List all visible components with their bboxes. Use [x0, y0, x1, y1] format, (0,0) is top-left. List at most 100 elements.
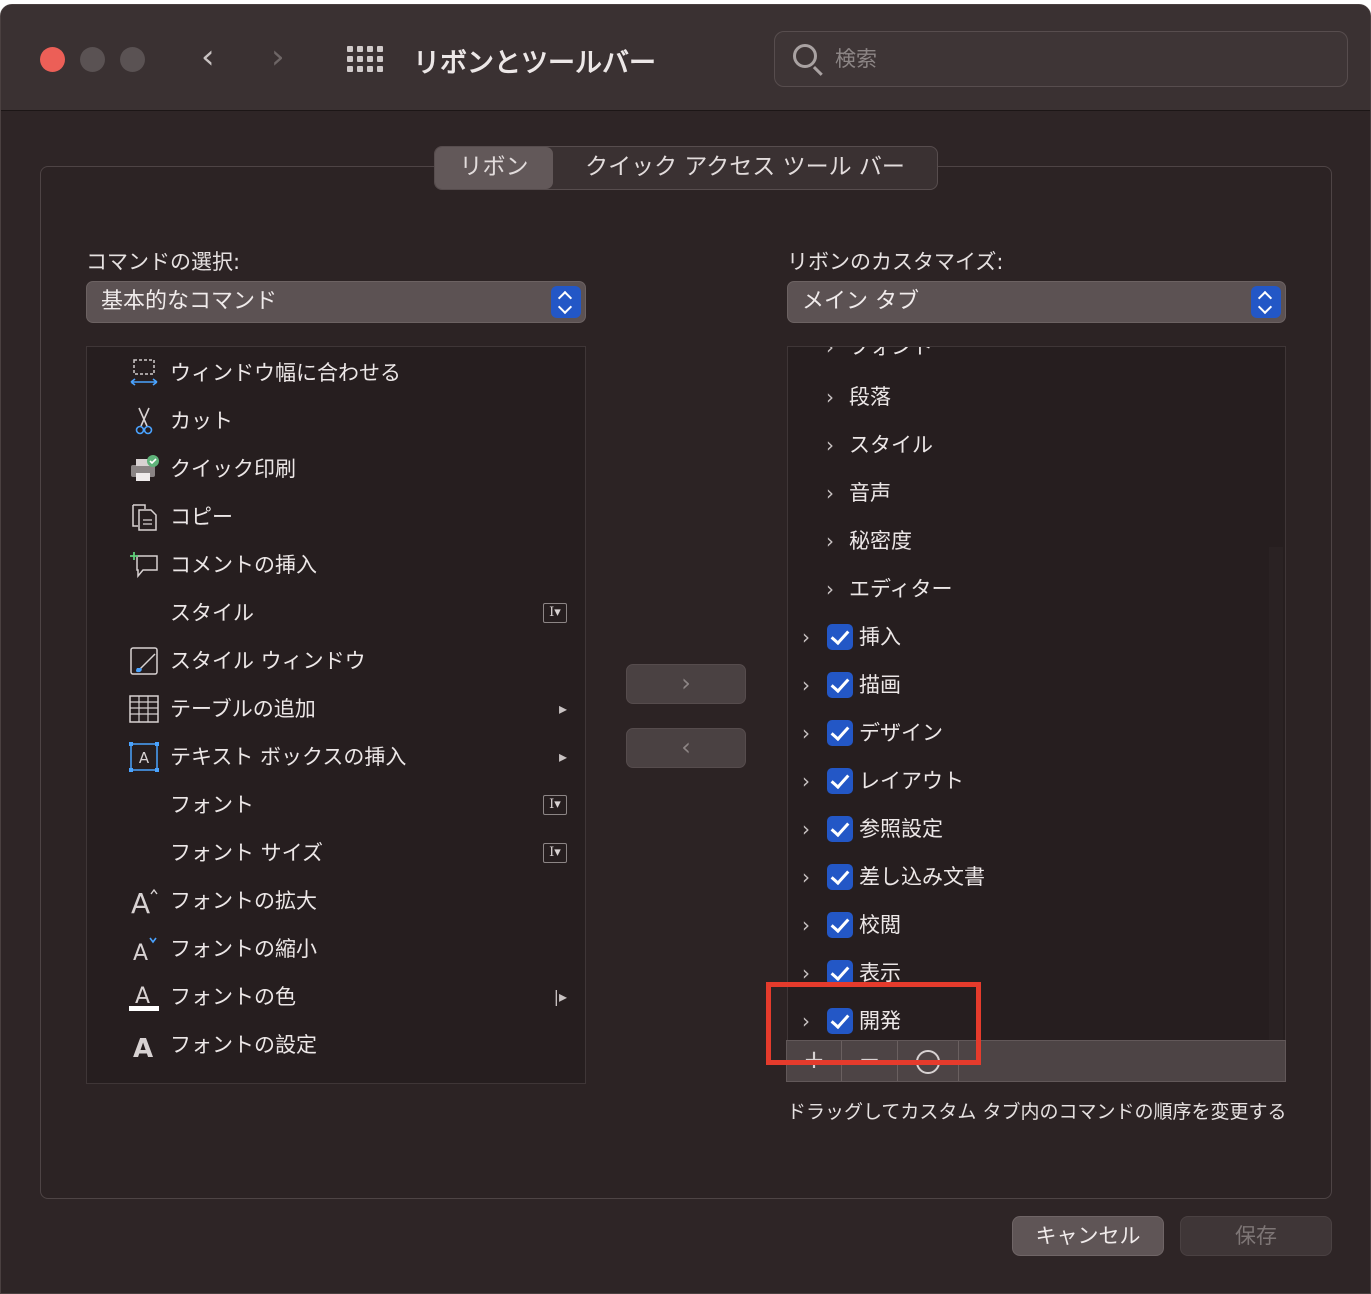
tab-checkbox[interactable]	[827, 816, 853, 842]
chevron-right-icon[interactable]: ›	[826, 347, 834, 371]
chevron-right-icon[interactable]: ›	[826, 565, 834, 613]
chevron-right-icon[interactable]: ›	[802, 853, 810, 901]
list-item-partial[interactable]: |_|	[87, 1069, 585, 1083]
chevron-right-icon[interactable]: ›	[826, 517, 834, 565]
list-item-label: フォント サイズ	[170, 841, 324, 865]
list-item[interactable]: フォント サイズ I▾	[87, 829, 585, 877]
chevron-right-icon[interactable]: ›	[826, 469, 834, 517]
tree-group-item[interactable]: › スタイル	[788, 421, 1285, 469]
cancel-button[interactable]: キャンセル	[1012, 1216, 1164, 1256]
tab-checkbox[interactable]	[827, 624, 853, 650]
tree-group-item[interactable]: › エディター	[788, 565, 1285, 613]
select-stepper-icon	[1251, 286, 1281, 318]
commands-category-value: 基本的なコマンド	[101, 289, 278, 314]
list-item[interactable]: ウィンドウ幅に合わせる	[87, 349, 585, 397]
list-item[interactable]: テーブルの追加 ▸	[87, 685, 585, 733]
list-item[interactable]: コピー	[87, 493, 585, 541]
commands-category-select[interactable]: 基本的なコマンド	[86, 281, 586, 323]
text-field-icon: I▾	[543, 795, 567, 815]
tree-tab-item[interactable]: › 挿入	[788, 613, 1285, 661]
tree-item-label: 秘密度	[849, 529, 912, 553]
printer-icon	[131, 455, 159, 481]
tab-checkbox[interactable]	[827, 768, 853, 794]
list-item-label: フォントの拡大	[170, 889, 317, 913]
submenu-arrow-icon: ▸	[558, 747, 567, 766]
show-all-grid-icon[interactable]	[347, 46, 383, 74]
tree-item-label: 音声	[849, 481, 891, 505]
ribbon-tabs-select[interactable]: メイン タブ	[787, 281, 1286, 323]
chevron-right-icon[interactable]: ›	[802, 613, 810, 661]
tab-ribbon[interactable]: リボン	[435, 147, 553, 189]
tree-group-item[interactable]: › 音声	[788, 469, 1285, 517]
chevron-right-icon[interactable]: ›	[802, 709, 810, 757]
split-arrow-icon: |▸	[553, 987, 567, 1006]
list-item[interactable]: コメントの挿入	[87, 541, 585, 589]
list-item-label: テキスト ボックスの挿入	[170, 745, 407, 769]
ribbon-tabs-value: メイン タブ	[802, 289, 919, 314]
tab-checkbox[interactable]	[827, 672, 853, 698]
list-item-label: フォント	[170, 793, 254, 817]
list-item[interactable]: スタイル I▾	[87, 589, 585, 637]
tree-tab-item[interactable]: › 校閲	[788, 901, 1285, 949]
list-item-label: コメントの挿入	[170, 553, 317, 577]
tree-tab-item[interactable]: › デザイン	[788, 709, 1285, 757]
reorder-hint-text: ドラッグしてカスタム タブ内のコマンドの順序を変更する	[787, 1101, 1287, 1123]
list-item-label: フォントの縮小	[170, 937, 317, 961]
add-to-ribbon-button[interactable]: ›	[626, 664, 746, 704]
list-item[interactable]: クイック印刷	[87, 445, 585, 493]
list-item[interactable]: A フォントの拡大	[87, 877, 585, 925]
list-item-label: カット	[170, 409, 233, 433]
commands-list[interactable]: ウィンドウ幅に合わせる カット クイック印刷 コピー コメントの挿入 スタイル …	[86, 346, 586, 1084]
text-field-icon: I▾	[543, 843, 567, 863]
chevron-right-icon[interactable]: ›	[826, 421, 834, 469]
list-item[interactable]: フォント I▾	[87, 781, 585, 829]
zoom-button[interactable]	[120, 47, 145, 72]
list-item-label: スタイル ウィンドウ	[170, 649, 366, 673]
list-item[interactable]: A フォントの設定	[87, 1021, 585, 1069]
svg-text:A: A	[133, 941, 148, 964]
chevron-right-icon[interactable]: ›	[802, 661, 810, 709]
chevron-right-icon[interactable]: ›	[802, 805, 810, 853]
minimize-button[interactable]	[80, 47, 105, 72]
save-button[interactable]: 保存	[1180, 1216, 1332, 1256]
title-bar: ‹ › リボンとツールバー	[1, 5, 1370, 111]
list-item[interactable]: A フォントの色 |▸	[87, 973, 585, 1021]
svg-text:A: A	[139, 749, 150, 767]
close-button[interactable]	[40, 47, 65, 72]
window-title: リボンとツールバー	[413, 48, 656, 79]
tab-checkbox[interactable]	[827, 720, 853, 746]
partial-item-mark: |_|	[132, 1069, 157, 1083]
tree-tab-item[interactable]: › レイアウト	[788, 757, 1285, 805]
tab-checkbox[interactable]	[827, 864, 853, 890]
tree-item-label: 差し込み文書	[859, 865, 985, 889]
tree-group-item[interactable]: › 秘密度	[788, 517, 1285, 565]
tab-quick-access-toolbar[interactable]: クイック アクセス ツール バー	[553, 147, 937, 189]
tree-tab-item[interactable]: › 差し込み文書	[788, 853, 1285, 901]
list-item-label: ウィンドウ幅に合わせる	[170, 361, 401, 385]
list-item[interactable]: スタイル ウィンドウ	[87, 637, 585, 685]
search-box[interactable]	[774, 31, 1348, 87]
chevron-right-icon[interactable]: ›	[826, 373, 834, 421]
tree-tab-item[interactable]: › 描画	[788, 661, 1285, 709]
tree-group-item[interactable]: › 段落	[788, 373, 1285, 421]
tree-item-label: レイアウト	[859, 769, 964, 793]
remove-from-ribbon-button[interactable]: ‹	[626, 728, 746, 768]
forward-button[interactable]: ›	[271, 37, 285, 77]
tree-tab-item[interactable]: › 参照設定	[788, 805, 1285, 853]
chevron-right-icon[interactable]: ›	[802, 757, 810, 805]
list-item[interactable]: A フォントの縮小	[87, 925, 585, 973]
font-settings-icon: A	[133, 1034, 153, 1060]
svg-text:A: A	[133, 1034, 153, 1060]
list-item[interactable]: カット	[87, 397, 585, 445]
list-item[interactable]: A テキスト ボックスの挿入 ▸	[87, 733, 585, 781]
tab-checkbox[interactable]	[827, 912, 853, 938]
chevron-right-icon[interactable]: ›	[802, 901, 810, 949]
textbox-icon: A	[129, 742, 159, 772]
search-input[interactable]	[835, 42, 1315, 76]
tree-item-label: 描画	[859, 673, 901, 697]
tab-switcher: リボン クイック アクセス ツール バー	[434, 146, 938, 190]
ribbon-tree[interactable]: › フォント › 段落 › スタイル › 音声 › 秘密度 › エディター › …	[787, 346, 1286, 1043]
back-button[interactable]: ‹	[201, 37, 215, 77]
table-icon	[129, 695, 159, 723]
tree-group-item[interactable]: › フォント	[788, 347, 1285, 371]
